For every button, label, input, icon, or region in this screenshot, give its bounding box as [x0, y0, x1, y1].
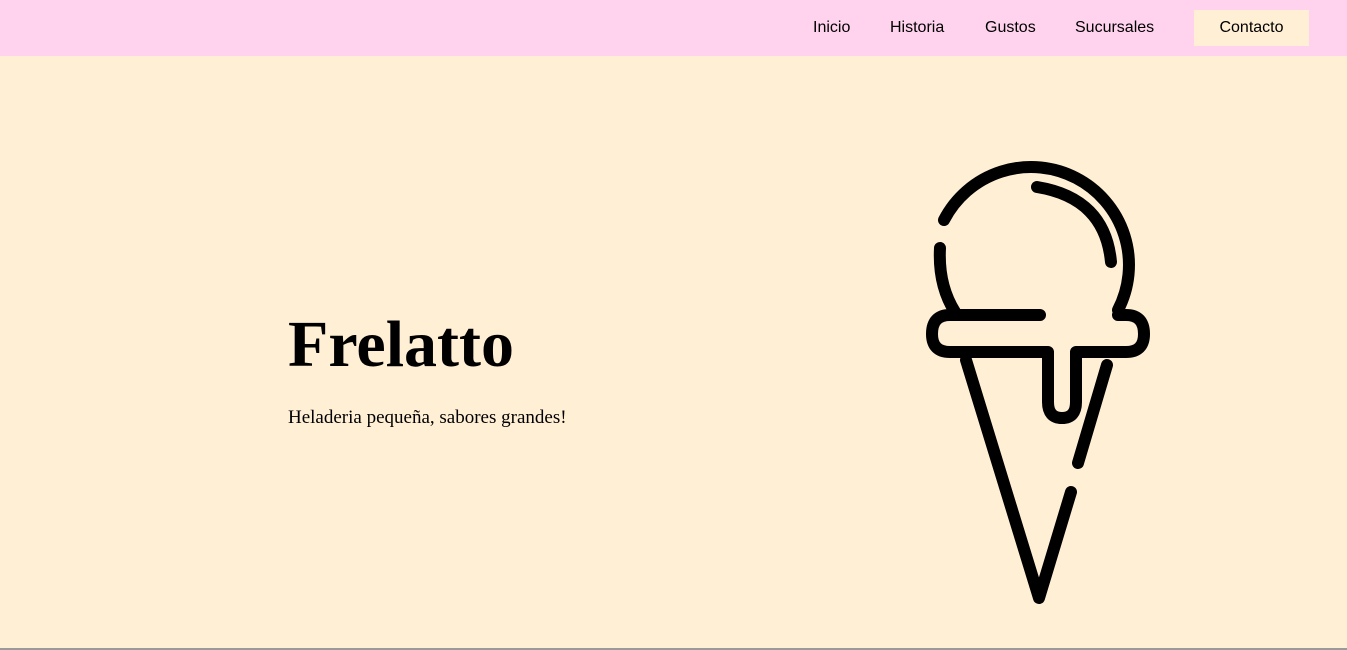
navbar: Inicio Historia Gustos Sucursales Contac… [0, 0, 1347, 56]
nav-contact-button[interactable]: Contacto [1194, 10, 1309, 46]
nav-link-inicio[interactable]: Inicio [813, 18, 850, 38]
nav-link-sucursales[interactable]: Sucursales [1075, 18, 1154, 38]
nav-link-historia[interactable]: Historia [890, 18, 944, 38]
ice-cream-cone-icon [926, 161, 1150, 604]
hero-title: Frelatto [288, 308, 515, 381]
nav-link-gustos[interactable]: Gustos [985, 18, 1036, 38]
hero-subtitle: Heladeria pequeña, sabores grandes! [288, 407, 567, 428]
